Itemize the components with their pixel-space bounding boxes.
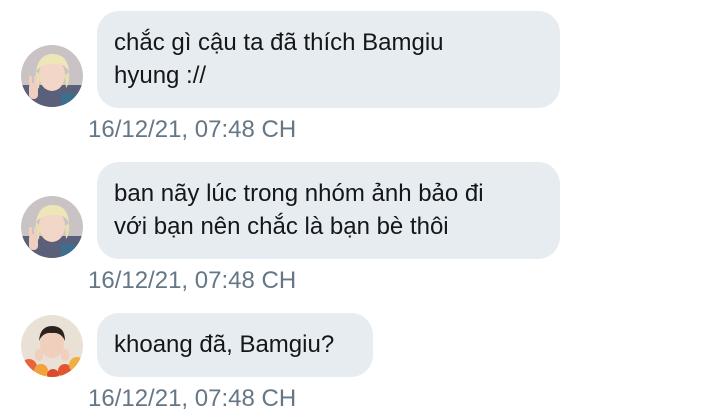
message-text-line: hyung :// xyxy=(114,62,207,89)
message-timestamp: 16/12/21, 07:48 CH xyxy=(88,267,297,294)
blonde-boy-avatar-icon xyxy=(21,196,83,258)
message-text-line: khoang đã, Bamgiu? xyxy=(114,331,335,358)
message-bubble[interactable]: khoang đã, Bamgiu? xyxy=(97,313,373,377)
message-text-line: với bạn nên chắc là bạn bè thôi xyxy=(114,213,449,240)
message-bubble[interactable]: chắc gì cậu ta đã thích Bamgiu hyung :// xyxy=(97,11,560,108)
message-timestamp: 16/12/21, 07:48 CH xyxy=(88,116,297,143)
avatar[interactable] xyxy=(21,45,83,107)
blonde-boy-avatar-icon xyxy=(21,45,83,107)
message-timestamp: 16/12/21, 07:48 CH xyxy=(88,385,297,412)
chat-thread: chắc gì cậu ta đã thích Bamgiu hyung ://… xyxy=(0,0,720,419)
dark-hair-boy-flowers-avatar-icon xyxy=(21,315,83,377)
avatar[interactable] xyxy=(21,315,83,377)
message-bubble[interactable]: ban nãy lúc trong nhóm ảnh bảo đi với bạ… xyxy=(97,162,560,259)
message-text-line: chắc gì cậu ta đã thích Bamgiu xyxy=(114,29,444,56)
message-text-line: ban nãy lúc trong nhóm ảnh bảo đi xyxy=(114,180,484,207)
avatar[interactable] xyxy=(21,196,83,258)
